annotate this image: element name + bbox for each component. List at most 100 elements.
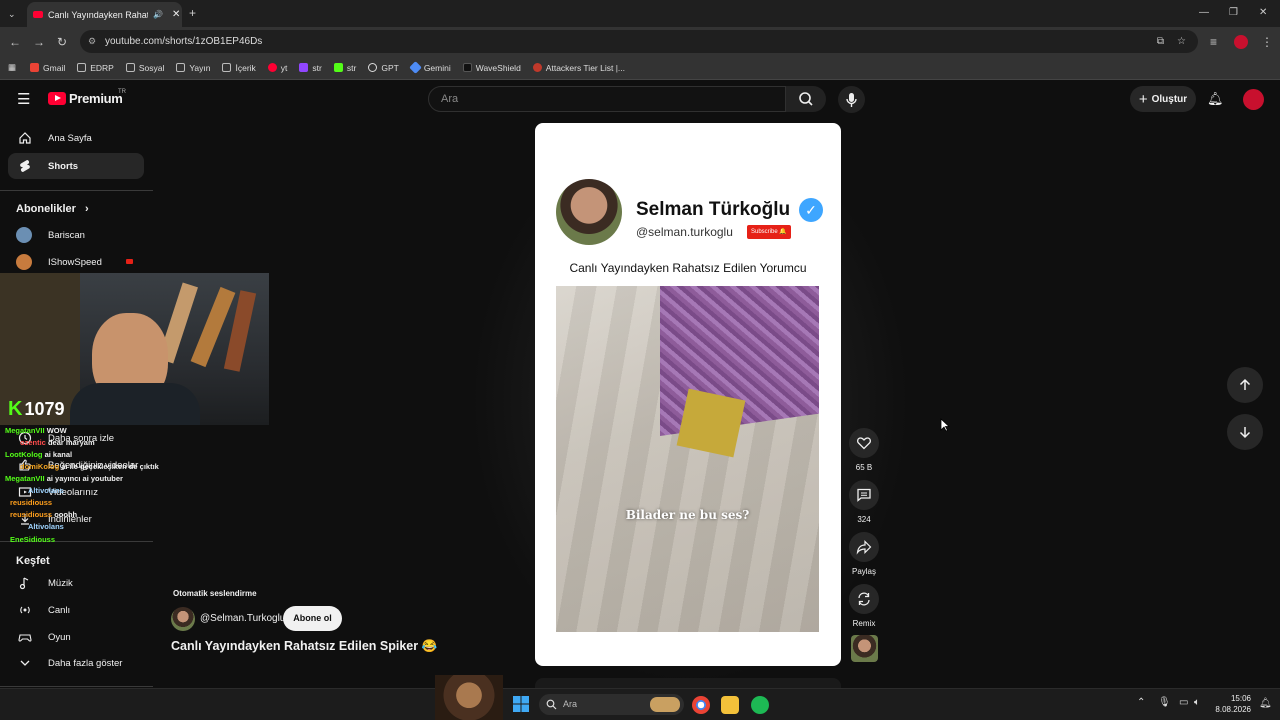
youtube-premium-logo[interactable]: Premium TR (48, 89, 126, 106)
taskbar-search-input[interactable]: Ara (539, 694, 684, 715)
comment-icon (857, 488, 871, 502)
tab-list-chevron-icon[interactable]: ⌄ (8, 8, 16, 20)
subscribe-badge: Subscribe 🔔 (747, 225, 791, 239)
sidebar-divider (0, 686, 153, 687)
short-video-player[interactable]: Selman Türkoğlu ✓ @selman.turkoglu Subsc… (535, 123, 841, 666)
install-app-icon[interactable]: ⧉ (1157, 30, 1164, 53)
creator-avatar (556, 179, 622, 245)
comment-count: 324 (857, 515, 871, 524)
bookmark-edrp[interactable]: EDRP (77, 63, 114, 73)
windows-start-icon[interactable] (513, 696, 529, 712)
waveshield-icon (462, 63, 472, 72)
sidebar-item-ishowspeed[interactable]: IShowSpeed (8, 249, 144, 275)
bookmark-kick[interactable]: str (333, 63, 356, 73)
channel-avatar[interactable] (171, 607, 195, 631)
short-title: Canlı Yayındayken Rahatsız Edilen Spiker… (171, 639, 438, 653)
browser-menu-icon[interactable]: ⋮ (1261, 36, 1273, 48)
create-label: Oluştur (1151, 93, 1188, 105)
next-short-button[interactable] (1227, 414, 1263, 450)
bookmark-icerik[interactable]: İçerik (222, 63, 256, 73)
bookmark-yayin[interactable]: Yayın (176, 63, 210, 73)
sidebar-item-live[interactable]: Canlı (8, 597, 144, 623)
bookmark-yt[interactable]: yt (267, 63, 287, 73)
file-explorer-icon[interactable] (721, 696, 739, 714)
minimize-icon[interactable]: — (1199, 7, 1209, 19)
account-avatar[interactable] (1243, 89, 1264, 110)
search-icon (799, 92, 813, 106)
site-info-icon[interactable]: ⚙ (88, 30, 96, 53)
kick-viewer-count: K 1079 (8, 398, 65, 420)
bookmark-star-icon[interactable]: ☆ (1177, 30, 1186, 53)
share-button[interactable] (849, 532, 879, 562)
sidebar-item-bariscan[interactable]: Bariscan (8, 222, 144, 248)
search-button[interactable] (786, 86, 826, 112)
bookmark-sosyal[interactable]: Sosyal (125, 63, 164, 73)
remix-button[interactable] (849, 584, 879, 614)
comments-button[interactable] (849, 480, 879, 510)
media-controls-icon[interactable]: ≡ (1210, 36, 1217, 48)
back-icon[interactable]: ← (9, 36, 21, 48)
system-tray-chevron-icon[interactable]: ⌃ (1137, 697, 1145, 708)
create-button[interactable]: + Oluştur (1130, 86, 1196, 112)
window-close-icon[interactable]: ✕ (1259, 7, 1267, 19)
plus-icon: + (1138, 90, 1148, 108)
sidebar-item-label: Oyun (48, 631, 71, 643)
tab-close-icon[interactable]: ✕ (172, 9, 180, 20)
profile-avatar-icon[interactable] (1234, 35, 1248, 49)
microphone-tray-icon[interactable]: 🎙︎ (1158, 697, 1171, 708)
url-text: youtube.com/shorts/1zOB1EP46Ds (105, 36, 263, 47)
sidebar-item-label: Bariscan (48, 229, 85, 241)
restore-icon[interactable]: ❐ (1229, 7, 1238, 19)
search-icon (546, 699, 557, 710)
taskbar-clock[interactable]: 15:06 8.08.2026 (1208, 693, 1251, 715)
like-button[interactable] (849, 428, 879, 458)
bookmarks-bar: ▦ Gmail EDRP Sosyal Yayın İçerik yt str … (0, 56, 1280, 80)
sidebar-item-music[interactable]: Müzik (8, 570, 144, 596)
sidebar-item-shorts[interactable]: Shorts (8, 153, 144, 179)
new-tab-icon[interactable]: + (189, 7, 196, 19)
reload-icon[interactable]: ↻ (57, 36, 67, 48)
next-short-preview[interactable] (535, 678, 841, 688)
sidebar-item-home[interactable]: Ana Sayfa (8, 125, 144, 151)
photo-card (676, 388, 746, 458)
subscribe-button[interactable]: Abone ol (283, 606, 342, 631)
bookmark-attackers[interactable]: Attackers Tier List |... (532, 63, 625, 73)
bookmark-gemini[interactable]: Gemini (408, 61, 451, 74)
apps-grid-icon[interactable]: ▦ (8, 62, 16, 73)
sidebar-item-label: Ana Sayfa (48, 132, 92, 144)
chrome-app-icon[interactable] (692, 696, 710, 714)
folder-icon (77, 63, 87, 72)
subscriptions-heading[interactable]: Abonelikler › (16, 203, 89, 215)
volume-icon[interactable]: 🔈︎ (1194, 697, 1200, 708)
chat-message: MegatanVII ai yayıncı ai youtuber (5, 474, 123, 483)
voice-search-button[interactable] (838, 86, 865, 113)
bookmark-gpt[interactable]: GPT (368, 63, 399, 73)
explore-heading: Keşfet (16, 555, 50, 567)
notifications-bell-icon[interactable]: 🔔︎ (1207, 91, 1224, 107)
youtube-favicon-icon (33, 11, 43, 18)
shorts-icon (20, 160, 30, 172)
hamburger-menu-icon[interactable]: ☰ (17, 92, 30, 107)
sidebar-item-gaming[interactable]: Oyun (8, 624, 144, 650)
home-icon (19, 132, 31, 144)
verified-badge-icon: ✓ (799, 198, 823, 222)
bookmark-gmail[interactable]: Gmail (30, 63, 65, 73)
notification-center-icon[interactable]: 🔔︎ (1259, 698, 1272, 709)
forward-icon[interactable]: → (33, 36, 45, 48)
address-bar[interactable]: ⚙ youtube.com/shorts/1zOB1EP46Ds ⧉ ☆ (80, 30, 1198, 53)
spotify-icon[interactable] (751, 696, 769, 714)
browser-tab[interactable]: Canlı Yayındayken Rahatsız Edilen Spiker… (27, 2, 182, 27)
bookmark-waveshield[interactable]: WaveShield (462, 63, 521, 73)
channel-handle[interactable]: @Selman.Turkoglu (200, 613, 285, 624)
sound-thumbnail[interactable] (851, 635, 878, 662)
channel-avatar (16, 227, 32, 243)
auto-dubbing-label[interactable]: Otomatik seslendirme (173, 589, 257, 598)
speaker-icon[interactable]: 🔊 (153, 10, 163, 19)
youtube-logo-icon (48, 92, 66, 105)
sidebar-item-show-more[interactable]: Daha fazla göster (8, 650, 144, 676)
arrow-down-icon (1239, 427, 1251, 439)
search-input[interactable]: Ara (428, 86, 786, 112)
bookmark-twitch[interactable]: str (299, 63, 322, 73)
previous-short-button[interactable] (1227, 367, 1263, 403)
network-icon[interactable]: ▭ (1179, 697, 1188, 708)
